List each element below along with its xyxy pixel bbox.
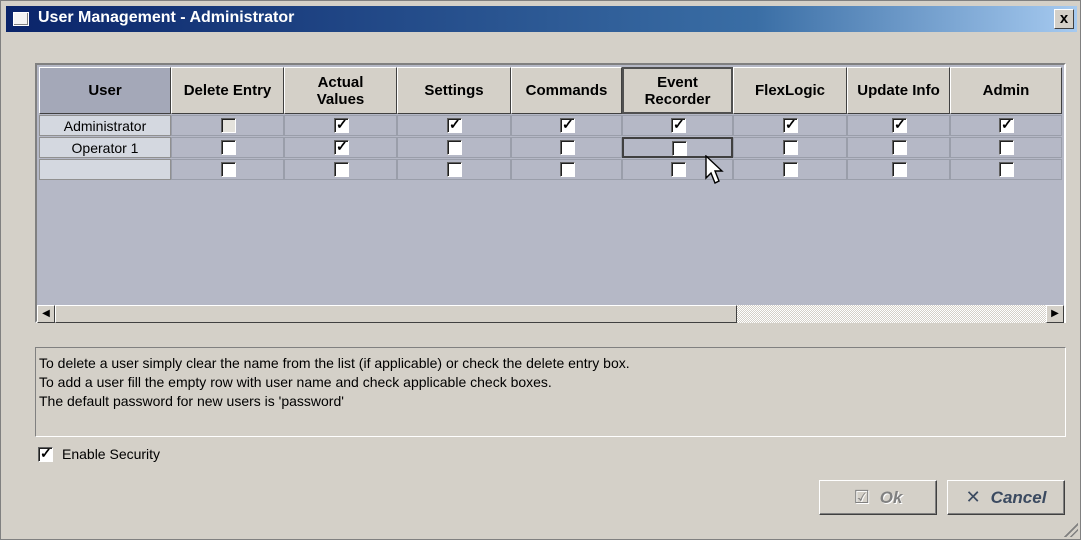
info-line-password: The default password for new users is 'p… <box>39 393 344 409</box>
permission-cell[interactable] <box>171 137 284 158</box>
permission-checkbox[interactable] <box>560 162 575 177</box>
ok-button[interactable]: ☑ Ok <box>819 480 937 515</box>
permissions-grid: User Delete Entry Actual Values Settings Com… <box>35 63 1066 323</box>
permission-cell[interactable]: ✓ <box>511 115 622 136</box>
permission-checkbox[interactable] <box>334 162 349 177</box>
user-management-dialog: User Management - Administrator x User De… <box>0 0 1081 540</box>
permission-cell[interactable] <box>171 115 284 136</box>
permission-checkbox[interactable] <box>672 141 687 156</box>
checkbox-icon: ☑ <box>853 487 870 507</box>
permission-checkbox[interactable]: ✓ <box>334 116 349 133</box>
column-header[interactable]: Actual Values <box>284 67 397 114</box>
column-header[interactable]: Event Recorder <box>622 67 733 114</box>
check-mark-icon: ✓ <box>673 116 685 132</box>
title-bar[interactable]: User Management - Administrator x <box>6 6 1077 32</box>
permission-checkbox[interactable] <box>783 162 798 177</box>
permission-checkbox[interactable] <box>560 140 575 155</box>
permission-checkbox[interactable]: ✓ <box>892 116 907 133</box>
check-mark-icon: ✓ <box>785 116 797 132</box>
permission-checkbox[interactable] <box>892 162 907 177</box>
permission-cell[interactable]: ✓ <box>733 115 847 136</box>
enable-security-checkbox[interactable]: ✓ <box>38 444 53 462</box>
close-button[interactable]: x <box>1054 9 1074 29</box>
column-header[interactable]: Update Info <box>847 67 950 114</box>
check-mark-icon: ✓ <box>336 116 348 132</box>
permission-checkbox[interactable] <box>892 140 907 155</box>
permission-checkbox[interactable]: ✓ <box>560 116 575 133</box>
permission-cell[interactable] <box>171 159 284 180</box>
enable-security-label: Enable Security <box>62 446 161 462</box>
permission-checkbox[interactable] <box>447 162 462 177</box>
user-name-cell[interactable] <box>39 159 171 180</box>
permission-checkbox[interactable] <box>221 118 236 133</box>
grid-body: User Delete Entry Actual Values Settings Com… <box>37 65 1064 305</box>
permission-checkbox[interactable]: ✓ <box>334 138 349 155</box>
info-line-delete: To delete a user simply clear the name f… <box>39 355 630 371</box>
permission-cell[interactable] <box>733 137 847 158</box>
permission-cell[interactable]: ✓ <box>397 115 511 136</box>
permission-cell[interactable] <box>950 137 1062 158</box>
check-mark-icon: ✓ <box>562 116 574 132</box>
permission-cell[interactable] <box>847 137 950 158</box>
info-panel: To delete a user simply clear the name f… <box>35 347 1066 437</box>
scroll-left-button[interactable]: ◀ <box>37 305 55 323</box>
permission-checkbox[interactable] <box>999 162 1014 177</box>
permission-cell[interactable] <box>733 159 847 180</box>
column-header[interactable]: Delete Entry <box>171 67 284 114</box>
check-mark-icon: ✓ <box>449 116 461 132</box>
permission-checkbox[interactable] <box>671 162 686 177</box>
scroll-thumb[interactable] <box>55 305 737 323</box>
column-header[interactable]: Admin <box>950 67 1062 114</box>
permission-checkbox[interactable] <box>221 162 236 177</box>
permission-checkbox[interactable] <box>999 140 1014 155</box>
enable-security-row[interactable]: ✓ Enable Security <box>38 445 160 463</box>
check-mark-icon: ✓ <box>894 116 906 132</box>
permission-cell[interactable]: ✓ <box>284 115 397 136</box>
check-mark-icon: ✓ <box>40 444 52 461</box>
column-header[interactable]: Settings <box>397 67 511 114</box>
permission-cell[interactable] <box>397 159 511 180</box>
permission-cell[interactable] <box>950 159 1062 180</box>
permission-checkbox[interactable]: ✓ <box>783 116 798 133</box>
permission-checkbox[interactable]: ✓ <box>671 116 686 133</box>
mouse-pointer-icon <box>705 155 724 184</box>
resize-grip-icon[interactable] <box>1064 523 1078 537</box>
info-line-add: To add a user fill the empty row with us… <box>39 374 552 390</box>
cancel-button[interactable]: ✕ Cancel <box>947 480 1065 515</box>
ok-label: Ok <box>879 487 903 507</box>
user-name-cell[interactable]: Operator 1 <box>39 137 171 158</box>
user-name-cell[interactable]: Administrator <box>39 115 171 136</box>
permission-cell[interactable] <box>511 137 622 158</box>
permission-checkbox[interactable] <box>221 140 236 155</box>
close-x-icon: ✕ <box>965 487 981 507</box>
permission-checkbox[interactable] <box>447 140 462 155</box>
permission-checkbox[interactable]: ✓ <box>999 116 1014 133</box>
horizontal-scrollbar[interactable]: ◀ ▶ <box>37 305 1064 323</box>
permission-cell[interactable] <box>511 159 622 180</box>
column-header[interactable]: Commands <box>511 67 622 114</box>
window-icon <box>13 12 29 26</box>
permission-cell[interactable]: ✓ <box>622 115 733 136</box>
check-mark-icon: ✓ <box>336 138 348 154</box>
window-title: User Management - Administrator <box>38 9 295 26</box>
permission-cell[interactable]: ✓ <box>847 115 950 136</box>
column-header[interactable]: User <box>39 67 171 114</box>
cancel-label: Cancel <box>990 487 1047 507</box>
permission-cell[interactable] <box>397 137 511 158</box>
column-header[interactable]: FlexLogic <box>733 67 847 114</box>
permission-cell[interactable] <box>284 159 397 180</box>
permission-checkbox[interactable]: ✓ <box>447 116 462 133</box>
check-mark-icon: ✓ <box>1001 116 1013 132</box>
permission-cell[interactable]: ✓ <box>284 137 397 158</box>
scroll-right-button[interactable]: ▶ <box>1046 305 1064 323</box>
permission-checkbox[interactable] <box>783 140 798 155</box>
permission-cell[interactable] <box>847 159 950 180</box>
permission-cell[interactable]: ✓ <box>950 115 1062 136</box>
